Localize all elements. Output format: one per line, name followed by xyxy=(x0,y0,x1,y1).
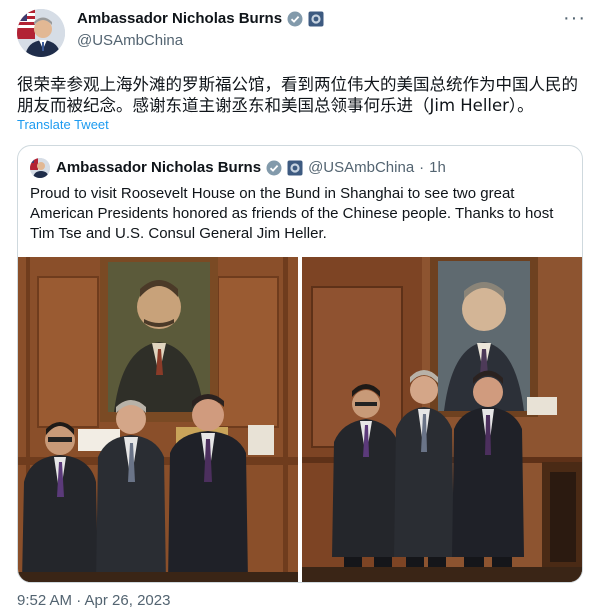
more-options-icon[interactable]: ··· xyxy=(563,8,586,28)
author-avatar[interactable] xyxy=(17,9,65,57)
tweet-timestamp[interactable]: 9:52 AM · Apr 26, 2023 xyxy=(17,592,170,609)
photo-left-image xyxy=(18,257,298,582)
author-handle[interactable]: @USAmbChina xyxy=(77,32,183,49)
quoted-separator: · xyxy=(419,159,425,176)
author-name[interactable]: Ambassador Nicholas Burns xyxy=(77,10,282,27)
tweet-text: 很荣幸参观上海外滩的罗斯福公馆，看到两位伟大的美国总统作为中国人民的朋友而被纪念… xyxy=(17,75,578,115)
photo-left[interactable] xyxy=(18,257,298,582)
translate-tweet-link[interactable]: Translate Tweet xyxy=(17,117,109,132)
tweet-card: Ambassador Nicholas Burns @USAmbChina ··… xyxy=(0,0,597,616)
photo-right[interactable] xyxy=(302,257,582,582)
quoted-time: 1h xyxy=(429,159,446,176)
verified-badge-icon xyxy=(287,11,303,27)
photo-right-image xyxy=(302,257,582,582)
photo-grid xyxy=(18,257,582,582)
government-label-icon xyxy=(287,160,303,176)
quoted-author-avatar xyxy=(30,158,50,178)
quoted-handle: @USAmbChina xyxy=(308,159,415,176)
quoted-header: Ambassador Nicholas Burns @USAmbChina · … xyxy=(56,159,446,176)
verified-badge-icon xyxy=(266,160,282,176)
quoted-tweet[interactable]: Ambassador Nicholas Burns @USAmbChina · … xyxy=(17,145,583,583)
author-line: Ambassador Nicholas Burns xyxy=(77,10,324,27)
government-label-icon[interactable] xyxy=(308,11,324,27)
quoted-text: Proud to visit Roosevelt House on the Bu… xyxy=(30,185,554,242)
quoted-author-name: Ambassador Nicholas Burns xyxy=(56,159,262,176)
